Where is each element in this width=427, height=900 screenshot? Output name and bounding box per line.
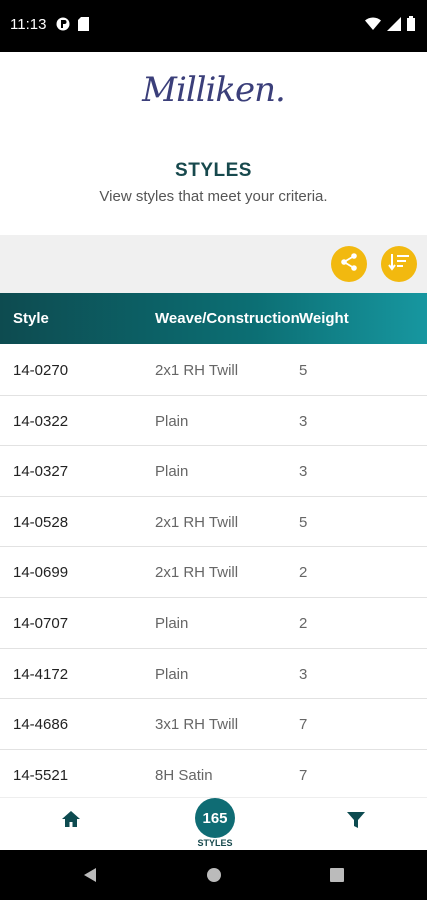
battery-icon bbox=[407, 16, 415, 36]
table-row[interactable]: 14-5521 8H Satin 7 bbox=[0, 750, 427, 797]
styles-table: 14-0270 2x1 RH Twill 5 14-0322 Plain 3 1… bbox=[0, 345, 427, 797]
styles-count-label: STYLES bbox=[197, 838, 233, 848]
styles-count-badge[interactable]: 165 bbox=[195, 798, 235, 838]
system-nav-bar bbox=[0, 850, 427, 900]
page-subtitle: View styles that meet your criteria. bbox=[99, 188, 328, 205]
style-cell: 14-4172 bbox=[13, 665, 69, 683]
back-icon[interactable] bbox=[82, 867, 98, 888]
signal-icon bbox=[387, 16, 401, 36]
style-cell: 14-0707 bbox=[13, 614, 69, 632]
weave-cell: Plain bbox=[155, 412, 189, 430]
share-button[interactable] bbox=[331, 246, 367, 282]
weave-cell: Plain bbox=[155, 665, 189, 683]
table-row[interactable]: 14-4686 3x1 RH Twill 7 bbox=[0, 699, 427, 750]
recent-apps-icon[interactable] bbox=[329, 867, 345, 888]
weave-cell: 2x1 RH Twill bbox=[155, 362, 239, 379]
weight-cell: 2 bbox=[299, 614, 308, 632]
weight-cell: 7 bbox=[299, 766, 308, 784]
column-header-style[interactable]: Style bbox=[13, 310, 49, 327]
weave-cell: 8H Satin bbox=[155, 766, 213, 784]
weight-cell: 3 bbox=[299, 463, 308, 481]
sort-icon bbox=[388, 252, 410, 277]
style-cell: 14-5521 bbox=[13, 766, 69, 784]
share-icon bbox=[339, 252, 359, 277]
table-row[interactable]: 14-0707 Plain 2 bbox=[0, 598, 427, 649]
style-cell: 14-0327 bbox=[13, 463, 69, 481]
logo-text: Milliken. bbox=[142, 70, 286, 110]
table-header: Style Weave/Construction Weight bbox=[0, 293, 427, 344]
column-header-weave[interactable]: Weave/Construction bbox=[155, 310, 299, 327]
table-row[interactable]: 14-0327 Plain 3 bbox=[0, 446, 427, 497]
table-row[interactable]: 14-0270 2x1 RH Twill 5 bbox=[0, 345, 427, 396]
filter-icon[interactable] bbox=[345, 809, 367, 831]
weave-cell: 2x1 RH Twill bbox=[155, 564, 239, 582]
weave-cell: 2x1 RH Twill bbox=[155, 513, 239, 531]
bottom-nav: 165 STYLES bbox=[0, 797, 427, 850]
weight-cell: 7 bbox=[299, 716, 308, 734]
milliken-logo: Milliken. bbox=[0, 70, 427, 120]
table-row[interactable]: 14-4172 Plain 3 bbox=[0, 649, 427, 700]
page-title: STYLES bbox=[175, 160, 252, 181]
sd-card-icon bbox=[78, 17, 89, 36]
table-row[interactable]: 14-0699 2x1 RH Twill 2 bbox=[0, 547, 427, 598]
action-bar bbox=[0, 235, 427, 293]
weight-cell: 5 bbox=[299, 513, 308, 531]
weave-cell: Plain bbox=[155, 463, 189, 481]
sort-button[interactable] bbox=[381, 246, 417, 282]
weight-cell: 3 bbox=[299, 665, 308, 683]
wifi-icon bbox=[365, 17, 381, 35]
table-row[interactable]: 14-0528 2x1 RH Twill 5 bbox=[0, 497, 427, 548]
style-cell: 14-4686 bbox=[13, 716, 69, 734]
style-cell: 14-0528 bbox=[13, 513, 69, 531]
system-home-icon[interactable] bbox=[206, 867, 222, 888]
notification-icon bbox=[56, 17, 70, 36]
weight-cell: 2 bbox=[299, 564, 308, 582]
weave-cell: 3x1 RH Twill bbox=[155, 716, 239, 734]
status-bar: 11:13 bbox=[0, 0, 427, 52]
table-row[interactable]: 14-0322 Plain 3 bbox=[0, 396, 427, 447]
style-cell: 14-0699 bbox=[13, 564, 69, 582]
column-header-weight[interactable]: Weight bbox=[299, 310, 349, 327]
weight-cell: 3 bbox=[299, 412, 308, 430]
style-cell: 14-0270 bbox=[13, 362, 69, 379]
style-cell: 14-0322 bbox=[13, 412, 69, 430]
home-icon[interactable] bbox=[60, 808, 82, 830]
status-time: 11:13 bbox=[10, 16, 47, 33]
weight-cell: 5 bbox=[299, 362, 308, 379]
weave-cell: Plain bbox=[155, 614, 189, 632]
